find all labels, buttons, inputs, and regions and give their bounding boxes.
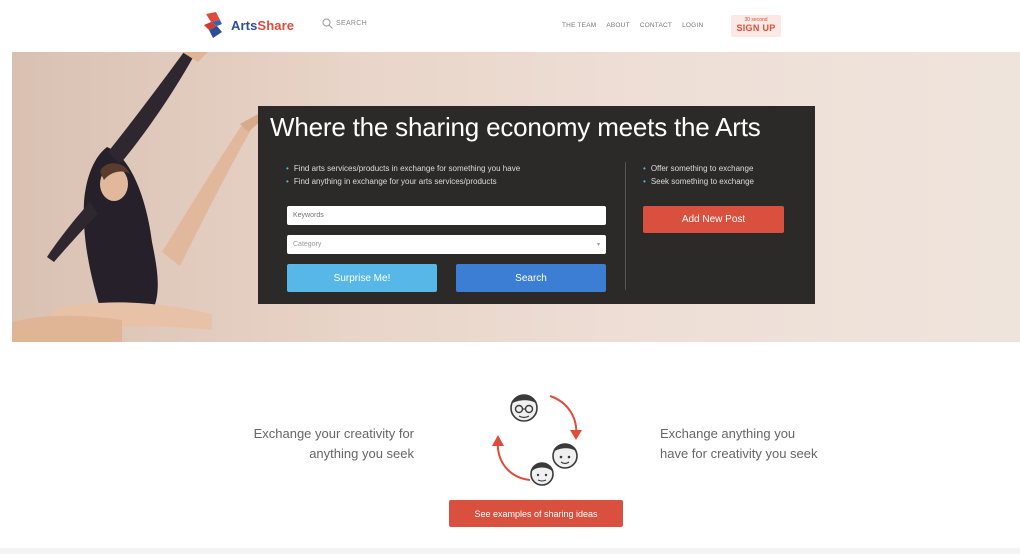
exchange-cycle-icon bbox=[492, 394, 582, 486]
surprise-me-button[interactable]: Surprise Me! bbox=[287, 264, 437, 292]
exchange-right-line1: Exchange anything you bbox=[660, 426, 796, 441]
man-avatar-icon bbox=[510, 394, 538, 422]
exchange-right-line2: have for creativity you seek bbox=[660, 446, 818, 461]
logo[interactable]: ArtsShare bbox=[203, 12, 294, 38]
exchange-bullet: Offer something to exchange bbox=[643, 162, 754, 175]
logo-text-share: Share bbox=[257, 17, 295, 33]
category-placeholder: Category bbox=[293, 241, 322, 248]
chevron-down-icon: ▾ bbox=[596, 242, 600, 248]
see-examples-button[interactable]: See examples of sharing ideas bbox=[449, 500, 623, 527]
category-select[interactable]: Category ▾ bbox=[287, 235, 606, 254]
header-search-link[interactable]: SEARCH bbox=[322, 18, 367, 29]
signup-big-text: SIGN UP bbox=[736, 23, 776, 33]
exchange-left-line2: anything you seek bbox=[309, 446, 414, 461]
exchange-bullet-list: Offer something to exchange Seek somethi… bbox=[643, 162, 754, 188]
footer-edge bbox=[0, 548, 1020, 554]
panel-divider bbox=[625, 162, 626, 290]
signup-button[interactable]: 30 second SIGN UP bbox=[731, 15, 781, 37]
exchange-creativity-text: Exchange your creativity for anything yo… bbox=[214, 424, 414, 464]
site-header: ArtsShare SEARCH THE TEAM ABOUT CONTACT … bbox=[0, 0, 1020, 52]
nav-about[interactable]: ABOUT bbox=[606, 22, 629, 29]
artsshare-logo-icon bbox=[204, 12, 222, 38]
find-bullet: Find anything in exchange for your arts … bbox=[286, 175, 520, 188]
main-nav: THE TEAM ABOUT CONTACT LOGIN bbox=[562, 22, 703, 29]
logo-text-arts: Arts bbox=[231, 17, 258, 33]
nav-contact[interactable]: CONTACT bbox=[640, 22, 672, 29]
search-icon bbox=[322, 18, 333, 29]
keywords-input[interactable] bbox=[287, 206, 606, 225]
logo-text: ArtsShare bbox=[231, 18, 294, 33]
exchange-anything-text: Exchange anything you have for creativit… bbox=[660, 424, 880, 464]
nav-login[interactable]: LOGIN bbox=[682, 22, 703, 29]
exchange-bullet: Seek something to exchange bbox=[643, 175, 754, 188]
find-bullet-list: Find arts services/products in exchange … bbox=[286, 162, 520, 188]
boy-avatar-icon bbox=[552, 443, 578, 469]
dancer-image bbox=[12, 52, 262, 342]
exchange-left-line1: Exchange your creativity for bbox=[253, 426, 414, 441]
find-bullet: Find arts services/products in exchange … bbox=[286, 162, 520, 175]
hero-title: Where the sharing economy meets the Arts bbox=[270, 112, 761, 142]
search-label: SEARCH bbox=[336, 20, 367, 27]
girl-avatar-icon bbox=[530, 462, 554, 486]
add-new-post-button[interactable]: Add New Post bbox=[643, 206, 784, 233]
nav-the-team[interactable]: THE TEAM bbox=[562, 22, 596, 29]
search-button[interactable]: Search bbox=[456, 264, 606, 292]
